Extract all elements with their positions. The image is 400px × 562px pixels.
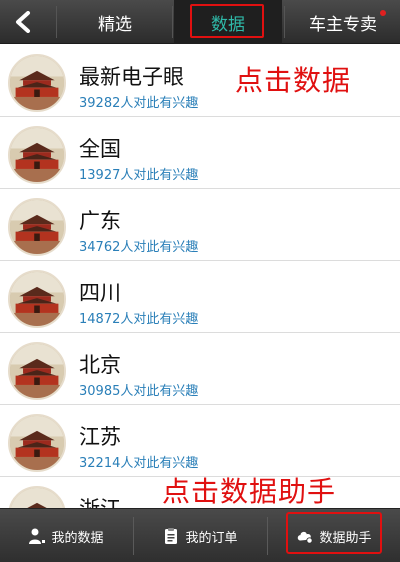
tab-divider [172,6,173,38]
list-item-interest-count: 14872人对此有兴趣 [79,312,199,327]
tiananmen-thumbnail-icon [10,56,64,110]
avatar [8,342,66,400]
my-orders-label: 我的订单 [185,530,238,546]
list-item-interest-count: 32214人对此有兴趣 [79,456,199,471]
instruction-note-top: 点击数据 [235,64,352,97]
highlight-box-data-assistant [286,512,382,554]
tab-jingxuan[interactable]: 精选 [60,0,170,44]
tiananmen-thumbnail-icon [10,272,64,326]
notification-badge [380,10,386,16]
tab-chezhu-zhuanmai[interactable]: 车主专卖 [286,0,400,44]
list-item-title: 全国 [79,137,121,161]
list-item-interest-count: 13927人对此有兴趣 [79,168,199,183]
list-item[interactable]: 全国 13927人对此有兴趣 [0,117,400,189]
list-item-title: 四川 [79,281,121,305]
list-item-title: 最新电子眼 [79,65,184,89]
list-item-title: 江苏 [79,425,121,449]
list-item[interactable]: 广东 34762人对此有兴趣 [0,189,400,261]
list-item-title: 广东 [79,209,121,233]
my-data-label: 我的数据 [51,530,104,546]
tiananmen-thumbnail-icon [10,416,64,470]
my-orders-button[interactable]: 我的订单 [134,509,266,562]
avatar [8,126,66,184]
avatar [8,54,66,112]
chevron-left-icon [16,11,30,33]
avatar [8,198,66,256]
my-data-button[interactable]: 我的数据 [0,509,132,562]
tab-divider [56,6,57,38]
highlight-box-data-tab [190,4,264,38]
list-item[interactable]: 北京 30985人对此有兴趣 [0,333,400,405]
instruction-note-bottom: 点击数据助手 [162,475,337,508]
list-item-interest-count: 30985人对此有兴趣 [79,384,199,399]
list-item-interest-count: 39282人对此有兴趣 [79,96,199,111]
avatar [8,414,66,472]
list-item[interactable]: 江苏 32214人对此有兴趣 [0,405,400,477]
user-icon [29,528,46,544]
clipboard-icon [165,528,178,544]
back-button[interactable] [0,0,46,44]
tiananmen-thumbnail-icon [10,200,64,254]
list-item[interactable]: 四川 14872人对此有兴趣 [0,261,400,333]
list-item-interest-count: 34762人对此有兴趣 [79,240,199,255]
tiananmen-thumbnail-icon [10,344,64,398]
list-item-title: 北京 [79,353,121,377]
tab-divider [284,6,285,38]
avatar [8,270,66,328]
tiananmen-thumbnail-icon [10,128,64,182]
